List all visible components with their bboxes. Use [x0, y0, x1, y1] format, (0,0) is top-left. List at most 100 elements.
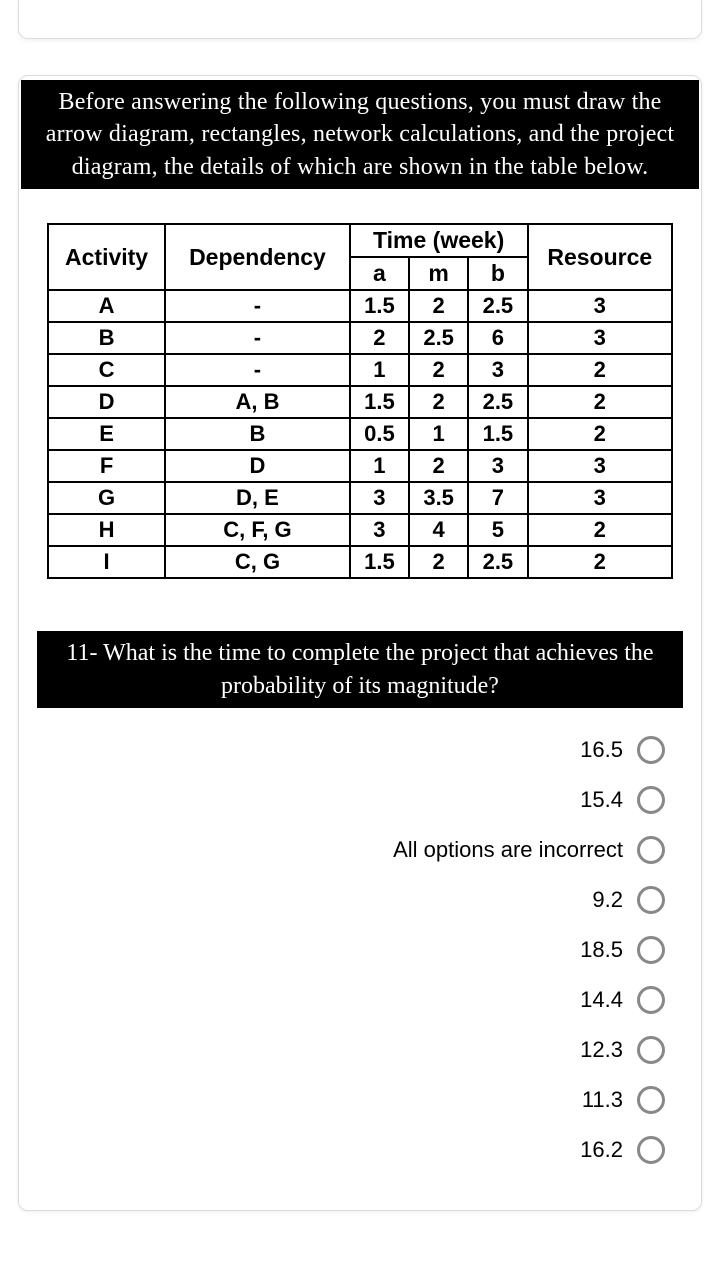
- cell-a: 1.5: [350, 290, 409, 322]
- cell-resource: 2: [528, 354, 673, 386]
- col-time: Time (week): [350, 224, 528, 257]
- cell-resource: 2: [528, 514, 673, 546]
- cell-resource: 3: [528, 322, 673, 354]
- table-row: A-1.522.53: [48, 290, 672, 322]
- cell-b: 2.5: [468, 386, 527, 418]
- cell-a: 1.5: [350, 386, 409, 418]
- table-row: DA, B1.522.52: [48, 386, 672, 418]
- cell-dependency: D: [165, 450, 350, 482]
- col-b: b: [468, 257, 527, 290]
- cell-activity: G: [48, 482, 165, 514]
- option-label: 16.5: [580, 737, 623, 763]
- cell-dependency: -: [165, 290, 350, 322]
- table-row: EB0.511.52: [48, 418, 672, 450]
- cell-dependency: C, G: [165, 546, 350, 578]
- activity-table: Activity Dependency Time (week) Resource…: [47, 223, 673, 579]
- col-activity: Activity: [48, 224, 165, 290]
- option-row: 12.3: [21, 1036, 665, 1064]
- option-row: 16.5: [21, 736, 665, 764]
- option-label: 18.5: [580, 937, 623, 963]
- option-label: 14.4: [580, 987, 623, 1013]
- cell-m: 2: [409, 450, 468, 482]
- cell-m: 4: [409, 514, 468, 546]
- cell-b: 3: [468, 450, 527, 482]
- cell-activity: A: [48, 290, 165, 322]
- cell-activity: H: [48, 514, 165, 546]
- option-row: All options are incorrect: [21, 836, 665, 864]
- option-row: 16.2: [21, 1136, 665, 1164]
- option-radio[interactable]: [637, 1086, 665, 1114]
- cell-dependency: -: [165, 322, 350, 354]
- cell-m: 2: [409, 354, 468, 386]
- cell-resource: 2: [528, 386, 673, 418]
- cell-dependency: C, F, G: [165, 514, 350, 546]
- options-list: 16.5 15.4 All options are incorrect 9.2 18.5…: [21, 736, 665, 1164]
- cell-b: 7: [468, 482, 527, 514]
- option-radio[interactable]: [637, 736, 665, 764]
- cell-a: 1: [350, 354, 409, 386]
- cell-resource: 2: [528, 418, 673, 450]
- option-radio[interactable]: [637, 786, 665, 814]
- option-label: All options are incorrect: [393, 837, 623, 863]
- cell-m: 3.5: [409, 482, 468, 514]
- table-row: C-1232: [48, 354, 672, 386]
- col-resource: Resource: [528, 224, 673, 290]
- cell-m: 2.5: [409, 322, 468, 354]
- option-row: 18.5: [21, 936, 665, 964]
- option-radio[interactable]: [637, 986, 665, 1014]
- cell-m: 2: [409, 386, 468, 418]
- cell-dependency: -: [165, 354, 350, 386]
- cell-m: 1: [409, 418, 468, 450]
- cell-activity: C: [48, 354, 165, 386]
- activity-table-wrapper: Activity Dependency Time (week) Resource…: [47, 223, 673, 579]
- option-radio[interactable]: [637, 1036, 665, 1064]
- option-label: 16.2: [580, 1137, 623, 1163]
- cell-resource: 3: [528, 450, 673, 482]
- cell-m: 2: [409, 546, 468, 578]
- question-card: Before answering the following questions…: [18, 75, 702, 1211]
- option-label: 12.3: [580, 1037, 623, 1063]
- cell-b: 5: [468, 514, 527, 546]
- cell-activity: I: [48, 546, 165, 578]
- option-label: 11.3: [582, 1087, 623, 1113]
- instructions-text: Before answering the following questions…: [46, 89, 675, 180]
- cell-a: 2: [350, 322, 409, 354]
- option-radio[interactable]: [637, 936, 665, 964]
- option-row: 9.2: [21, 886, 665, 914]
- cell-b: 2.5: [468, 290, 527, 322]
- option-label: 9.2: [592, 887, 623, 913]
- cell-activity: B: [48, 322, 165, 354]
- question-text: 11- What is the time to complete the pro…: [66, 640, 653, 698]
- col-dependency: Dependency: [165, 224, 350, 290]
- table-row: IC, G1.522.52: [48, 546, 672, 578]
- cell-a: 3: [350, 482, 409, 514]
- option-radio[interactable]: [637, 886, 665, 914]
- cell-activity: E: [48, 418, 165, 450]
- col-m: m: [409, 257, 468, 290]
- cell-a: 1.5: [350, 546, 409, 578]
- cell-a: 1: [350, 450, 409, 482]
- cell-dependency: B: [165, 418, 350, 450]
- option-radio[interactable]: [637, 836, 665, 864]
- option-row: 14.4: [21, 986, 665, 1014]
- col-a: a: [350, 257, 409, 290]
- previous-card-placeholder: [18, 0, 702, 39]
- cell-activity: F: [48, 450, 165, 482]
- question-banner: 11- What is the time to complete the pro…: [37, 631, 683, 708]
- instructions-banner: Before answering the following questions…: [21, 80, 699, 189]
- option-row: 15.4: [21, 786, 665, 814]
- cell-a: 0.5: [350, 418, 409, 450]
- cell-b: 3: [468, 354, 527, 386]
- option-row: 11.3: [21, 1086, 665, 1114]
- cell-dependency: A, B: [165, 386, 350, 418]
- cell-a: 3: [350, 514, 409, 546]
- table-row: FD1233: [48, 450, 672, 482]
- table-row: B-22.563: [48, 322, 672, 354]
- cell-resource: 3: [528, 290, 673, 322]
- cell-m: 2: [409, 290, 468, 322]
- cell-b: 2.5: [468, 546, 527, 578]
- table-row: HC, F, G3452: [48, 514, 672, 546]
- table-row: GD, E33.573: [48, 482, 672, 514]
- option-radio[interactable]: [637, 1136, 665, 1164]
- cell-activity: D: [48, 386, 165, 418]
